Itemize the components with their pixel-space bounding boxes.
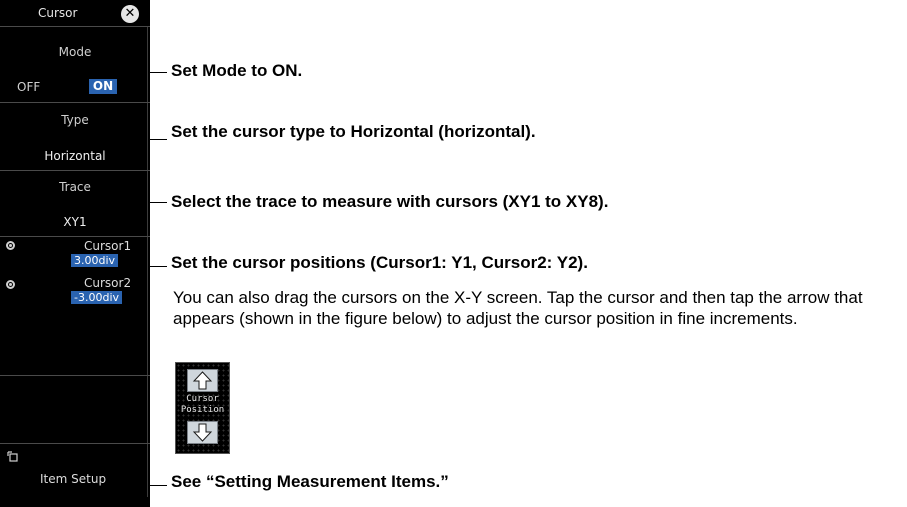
cursor1-radio-icon[interactable] — [6, 241, 15, 250]
callout-setup: See “Setting Measurement Items.” — [171, 472, 449, 491]
leader-line — [150, 72, 167, 73]
arrow-up-icon — [192, 371, 213, 390]
cursor2-radio-icon[interactable] — [6, 280, 15, 289]
callout-type: Set the cursor type to Horizontal (horiz… — [171, 122, 536, 141]
leader-line — [150, 139, 167, 140]
panel-header: Cursor ✕ — [0, 0, 150, 27]
trace-label: Trace — [59, 180, 91, 194]
arrow-down-button[interactable] — [187, 421, 218, 444]
arrow-down-icon — [192, 423, 213, 442]
cursor1-label: Cursor1 — [84, 239, 132, 253]
mode-off-option[interactable]: OFF — [17, 80, 40, 94]
divider — [0, 102, 150, 103]
widget-label-line2: Position — [180, 405, 225, 415]
type-value[interactable]: Horizontal — [0, 149, 150, 163]
divider — [0, 375, 150, 376]
callout-position-description: You can also drag the cursors on the X-Y… — [173, 288, 863, 328]
cursor-panel: Cursor ✕ Mode OFF ON Type Horizontal Tra… — [0, 0, 150, 507]
divider — [0, 443, 150, 444]
arrow-up-button[interactable] — [187, 369, 218, 392]
type-label: Type — [61, 113, 89, 127]
cursor1-value[interactable]: 3.00div — [71, 254, 119, 267]
item-setup-button[interactable]: Item Setup — [40, 472, 106, 486]
divider — [0, 170, 150, 171]
widget-label-line1: Cursor — [186, 394, 219, 404]
cursor2-label: Cursor2 — [84, 276, 132, 290]
callout-position: Set the cursor positions (Cursor1: Y1, C… — [171, 253, 588, 272]
trace-value[interactable]: XY1 — [0, 215, 150, 229]
close-icon[interactable]: ✕ — [121, 5, 139, 23]
mode-on-option[interactable]: ON — [89, 79, 117, 94]
cursor-position-widget: Cursor Position — [175, 362, 230, 454]
panel-title: Cursor — [38, 6, 78, 20]
leader-line — [150, 266, 167, 267]
mode-label: Mode — [58, 45, 92, 59]
leader-line — [150, 202, 167, 203]
item-setup-icon — [7, 451, 18, 462]
panel-right-border — [147, 27, 148, 497]
leader-line — [150, 485, 167, 486]
callout-mode: Set Mode to ON. — [171, 61, 303, 80]
divider — [0, 236, 150, 237]
callout-trace: Select the trace to measure with cursors… — [171, 192, 609, 211]
cursor2-value[interactable]: -3.00div — [71, 291, 123, 304]
